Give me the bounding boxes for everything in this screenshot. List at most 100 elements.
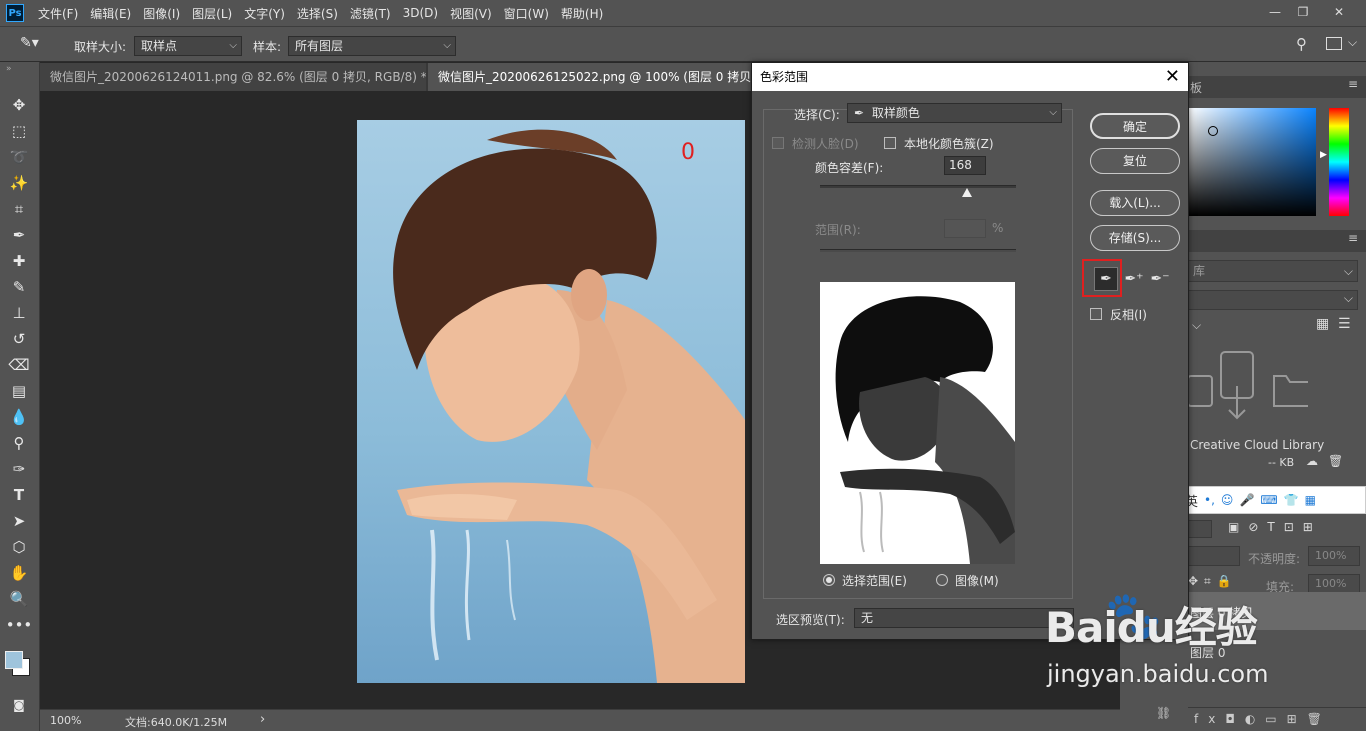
menu-file[interactable]: 文件(F) [32, 5, 84, 22]
list-view-icon[interactable]: ☰ [1338, 316, 1351, 332]
clone-stamp-tool-icon[interactable]: ⊥ [8, 302, 30, 324]
tab-document-2[interactable]: 微信图片_20200626125022.png @ 100% (图层 0 拷贝,… [428, 63, 758, 91]
magic-wand-tool-icon[interactable]: ✨ [8, 172, 30, 194]
menu-filter[interactable]: 滤镜(T) [344, 5, 397, 22]
color-field[interactable] [1188, 108, 1316, 216]
chevron-down-icon[interactable]: ⌵ [1348, 35, 1357, 50]
view-selection-radio[interactable] [823, 574, 835, 586]
save-button[interactable]: 存储(S)... [1090, 225, 1180, 251]
close-icon[interactable]: ✕ [1165, 63, 1180, 91]
dodge-tool-icon[interactable]: ⚲ [8, 432, 30, 454]
sample-size-dropdown[interactable]: 取样点 ⌵ [134, 36, 242, 56]
panel-tab-label[interactable]: 板 [1190, 79, 1202, 96]
quick-mask-icon[interactable]: ◙ [8, 694, 30, 716]
subtract-from-sample-eyedropper-icon[interactable]: ✒⁻ [1148, 267, 1172, 291]
dialog-titlebar[interactable]: 色彩范围 ✕ [752, 63, 1188, 91]
lock-icons[interactable]: ✥⌗🔒 [1188, 574, 1238, 589]
panel-menu-icon[interactable]: ≡ [1348, 77, 1358, 91]
layer-name[interactable]: 图层 0 拷贝 [1190, 604, 1253, 621]
layer-filter-icons[interactable]: ▣⊘T⊡⊞ [1228, 520, 1322, 534]
crop-tool-icon[interactable]: ⌗ [8, 198, 30, 220]
more-tools-icon[interactable]: ••• [6, 614, 33, 636]
detect-faces-checkbox[interactable] [772, 137, 784, 149]
search-icon[interactable]: ⚲ [1296, 35, 1307, 53]
link-layers-icon[interactable]: ⛓ [1156, 706, 1190, 731]
selection-preview-dropdown[interactable]: 无 ⌵ [854, 608, 1074, 628]
cloud-sync-icon[interactable]: ☁ [1306, 454, 1318, 468]
move-tool-icon[interactable]: ✥ [8, 94, 30, 116]
library-dropdown[interactable]: 库 ⌵ [1188, 260, 1358, 282]
path-selection-tool-icon[interactable]: ➤ [8, 510, 30, 532]
grid-view-icon[interactable]: ▦ [1316, 316, 1329, 332]
marquee-tool-icon[interactable]: ⬚ [8, 120, 30, 142]
workspace-icon[interactable] [1326, 37, 1342, 50]
tab-document-1[interactable]: 微信图片_20200626124011.png @ 82.6% (图层 0 拷贝… [40, 63, 426, 91]
add-to-sample-eyedropper-icon[interactable]: ✒⁺ [1122, 267, 1146, 291]
range-slider[interactable] [820, 249, 1016, 252]
invert-checkbox[interactable] [1090, 308, 1102, 320]
minimize-icon[interactable]: — [1264, 3, 1286, 21]
history-brush-tool-icon[interactable]: ↺ [8, 328, 30, 350]
blend-mode-dropdown[interactable] [1188, 546, 1240, 566]
brush-tool-icon[interactable]: ✎ [8, 276, 30, 298]
zoom-tool-icon[interactable]: 🔍 [8, 588, 30, 610]
ok-button[interactable]: 确定 [1090, 113, 1180, 139]
panel-menu-icon[interactable]: ≡ [1348, 231, 1358, 245]
eyedropper-preset-icon[interactable]: ✎▾ [20, 35, 42, 55]
foreground-color-swatch[interactable] [5, 651, 23, 669]
type-tool-icon[interactable]: T [8, 484, 30, 506]
reset-button[interactable]: 复位 [1090, 148, 1180, 174]
microphone-icon[interactable]: 🎤 [1239, 493, 1254, 507]
select-dropdown[interactable]: ✒ 取样颜色 ⌵ [847, 103, 1062, 123]
view-image-radio[interactable] [936, 574, 948, 586]
emoji-icon[interactable]: ☺ [1221, 493, 1234, 507]
hue-pointer-icon[interactable]: ▶ [1320, 150, 1327, 160]
zoom-level[interactable]: 100% [50, 714, 81, 727]
fuzziness-input[interactable]: 168 [944, 156, 986, 175]
load-button[interactable]: 载入(L)... [1090, 190, 1180, 216]
eraser-tool-icon[interactable]: ⌫ [8, 354, 30, 376]
layer-name[interactable]: 图层 0 [1190, 644, 1225, 661]
library-search-field[interactable]: ⌵ [1188, 290, 1358, 310]
punctuation-icon[interactable]: •, [1204, 493, 1215, 507]
layer-row[interactable]: 图层 0 [1188, 632, 1366, 670]
menu-help[interactable]: 帮助(H) [555, 5, 609, 22]
pen-tool-icon[interactable]: ✑ [8, 458, 30, 480]
lasso-tool-icon[interactable]: ➰ [8, 146, 30, 168]
fuzziness-slider[interactable] [820, 185, 1016, 197]
sample-dropdown[interactable]: 所有图层 ⌵ [288, 36, 456, 56]
hand-tool-icon[interactable]: ✋ [8, 562, 30, 584]
color-picker-circle[interactable] [1208, 126, 1218, 136]
chevron-down-icon[interactable]: ⌵ [1192, 318, 1201, 333]
localized-clusters-checkbox[interactable] [884, 137, 896, 149]
range-input[interactable] [944, 219, 986, 238]
shape-tool-icon[interactable]: ⬡ [8, 536, 30, 558]
menu-view[interactable]: 视图(V) [444, 5, 498, 22]
layer-actions-bar[interactable]: fx◘◐▭⊞🗑 [1188, 707, 1366, 731]
opacity-field[interactable]: 100% [1308, 546, 1360, 566]
menu-type[interactable]: 文字(Y) [238, 5, 291, 22]
layer-kind-filter[interactable] [1188, 520, 1212, 538]
menu-select[interactable]: 选择(S) [291, 5, 344, 22]
trash-icon[interactable]: 🗑 [1328, 454, 1343, 468]
fill-field[interactable]: 100% [1308, 574, 1360, 594]
menu-edit[interactable]: 编辑(E) [84, 5, 137, 22]
menu-window[interactable]: 窗口(W) [498, 5, 555, 22]
document-info[interactable]: 文档:640.0K/1.25M [125, 714, 227, 730]
document-image[interactable]: 0 [357, 120, 745, 683]
menu-3d[interactable]: 3D(D) [397, 6, 444, 20]
photoshop-logo[interactable]: Ps [6, 4, 24, 22]
skin-icon[interactable]: 👕 [1284, 493, 1299, 507]
blur-tool-icon[interactable]: 💧 [8, 406, 30, 428]
fuzziness-slider-thumb[interactable] [962, 188, 972, 197]
eyedropper-tool-icon[interactable]: ✒ [8, 224, 30, 246]
restore-icon[interactable]: ❐ [1292, 3, 1314, 21]
eyedropper-icon[interactable]: ✒ [1094, 267, 1118, 291]
toolbox-icon[interactable]: ▦ [1305, 493, 1316, 507]
menu-layer[interactable]: 图层(L) [186, 5, 238, 22]
keyboard-icon[interactable]: ⌨ [1260, 493, 1277, 507]
collapse-icon[interactable]: » [6, 64, 12, 74]
close-window-icon[interactable]: ✕ [1328, 3, 1350, 21]
hue-slider[interactable] [1329, 108, 1349, 216]
layer-row-selected[interactable]: 图层 0 拷贝 [1188, 592, 1366, 630]
